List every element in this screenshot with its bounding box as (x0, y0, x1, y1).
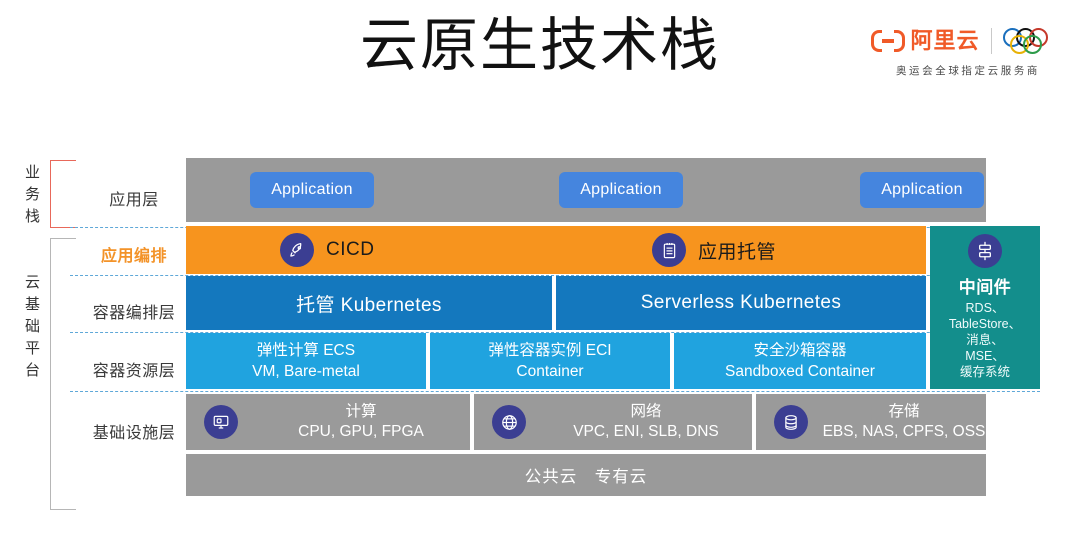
infrastructure-cell-title: 存储 (888, 403, 920, 420)
infrastructure-layer-band: 计算 CPU, GPU, FPGA 网络 VPC, ENI, SLB, DNS … (186, 394, 986, 450)
brand-lockup: 阿里云 奥运会全球指定云服务商 (870, 22, 1066, 84)
resource-cell-sub: Sandboxed Container (725, 363, 875, 380)
infrastructure-cell-sub: VPC, ENI, SLB, DNS (573, 423, 719, 440)
resource-cell-sub: Container (516, 363, 584, 380)
brand-tagline: 奥运会全球指定云服务商 (895, 65, 1041, 77)
rocket-icon (280, 233, 314, 267)
brand-row: 阿里云 (870, 22, 1066, 60)
alibaba-cloud-mark-icon (871, 30, 906, 52)
kubernetes-cell-managed[interactable]: 托管 Kubernetes (186, 276, 552, 330)
resource-cell-ecs[interactable]: 弹性计算 ECS VM, Bare-metal (186, 333, 426, 389)
application-button[interactable]: Application (559, 172, 683, 208)
orchestration-item-app-hosting[interactable]: 应用托管 (652, 233, 776, 267)
resource-cell-eci[interactable]: 弹性容器实例 ECI Container (430, 333, 670, 389)
alibaba-cloud-logo-text: 阿里云 (910, 28, 980, 53)
header: 云原生技术栈 阿里云 奥运会全球指定云服务商 (0, 0, 1080, 100)
orchestration-item-cicd[interactable]: CICD (280, 233, 374, 267)
application-button[interactable]: Application (250, 172, 374, 208)
orchestration-layer-band: CICD 应用托管 (186, 226, 926, 274)
group-label-cloud-platform: 云基础平台 (24, 274, 41, 379)
middleware-icon (968, 234, 1002, 268)
infrastructure-cell-sub: EBS, NAS, CPFS, OSS (822, 423, 986, 440)
infrastructure-cell-title: 网络 (630, 403, 662, 420)
row-label-infrastructure: 基础设施层 (92, 425, 176, 442)
kubernetes-cell-serverless[interactable]: Serverless Kubernetes (556, 276, 926, 330)
globe-icon (492, 405, 526, 439)
row-label-container-resource: 容器资源层 (92, 363, 176, 380)
resource-cell-title: 安全沙箱容器 (753, 342, 847, 359)
infrastructure-cell-title: 计算 (345, 403, 377, 420)
brand-divider (990, 28, 992, 54)
resource-cell-title: 弹性计算 ECS (256, 342, 356, 359)
clipboard-icon (652, 233, 686, 267)
application-layer-band: Application Application Application (186, 158, 986, 222)
application-button[interactable]: Application (860, 172, 984, 208)
infrastructure-cell-storage[interactable]: 存储 EBS, NAS, CPFS, OSS (756, 394, 986, 450)
resource-cell-sandbox[interactable]: 安全沙箱容器 Sandboxed Container (674, 333, 926, 389)
alibaba-cloud-logo: 阿里云 (871, 29, 979, 53)
infrastructure-cell-sub: CPU, GPU, FPGA (298, 423, 424, 440)
container-resource-layer-band: 弹性计算 ECS VM, Bare-metal 弹性容器实例 ECI Conta… (186, 333, 926, 389)
monitor-icon (204, 405, 238, 439)
infrastructure-cell-compute[interactable]: 计算 CPU, GPU, FPGA (186, 394, 470, 450)
row-label-orchestration: 应用编排 (100, 248, 167, 265)
resource-cell-sub: VM, Bare-metal (252, 363, 360, 380)
bracket-business-stack (50, 160, 76, 228)
orchestration-item-label: CICD (326, 239, 375, 260)
bracket-cloud-platform (50, 238, 76, 510)
cloud-type-bar: 公共云 专有云 (186, 454, 986, 496)
database-icon (774, 405, 808, 439)
stack-columns: Application Application Application CICD (186, 158, 1040, 512)
orchestration-item-label: 应用托管 (698, 241, 777, 263)
row-label-application: 应用层 (109, 192, 159, 209)
olympic-rings-icon (1002, 28, 1065, 54)
kubernetes-layer-band: 托管 Kubernetes Serverless Kubernetes (186, 276, 926, 330)
resource-cell-title: 弹性容器实例 ECI (488, 342, 612, 359)
cloud-native-stack-diagram: 业务栈 云基础平台 应用层 应用编排 容器编排层 容器资源层 基础设施层 App… (0, 100, 1080, 533)
infrastructure-cell-network[interactable]: 网络 VPC, ENI, SLB, DNS (474, 394, 752, 450)
row-label-container-orchestration: 容器编排层 (92, 305, 176, 322)
middleware-title: 中间件 (958, 278, 1012, 297)
middleware-items: RDS、 TableStore、 消息、 MSE、 缓存系统 (948, 301, 1022, 379)
middleware-panel[interactable]: 中间件 RDS、 TableStore、 消息、 MSE、 缓存系统 (930, 226, 1040, 389)
group-label-business-stack: 业务栈 (24, 164, 41, 225)
